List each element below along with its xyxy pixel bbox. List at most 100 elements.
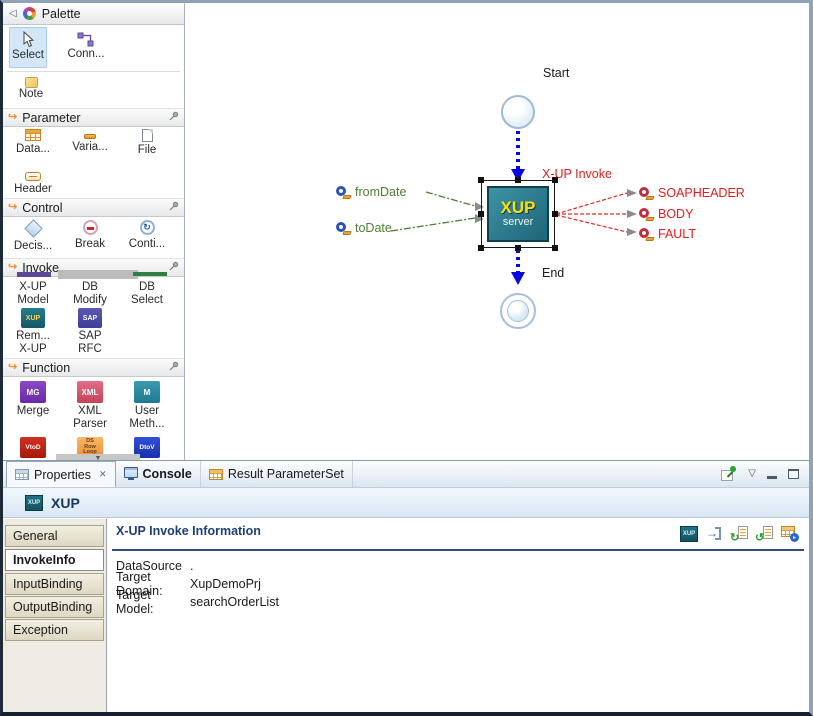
view-menu-icon[interactable]: ▽ xyxy=(748,469,756,479)
output-param-icon xyxy=(639,228,654,241)
minimize-icon[interactable] xyxy=(767,476,777,479)
field-value: XupDemoPrj xyxy=(190,577,261,591)
diagram-canvas[interactable]: Start X-UP Invoke XUP server End fromDat… xyxy=(186,3,809,460)
palette-item-db-modify[interactable]: DB Modify xyxy=(62,279,118,307)
item-label: Header xyxy=(14,183,52,196)
tab-label: Result ParameterSet xyxy=(228,467,344,481)
palette-item-v-to-d[interactable]: VtoD Extract xyxy=(5,437,61,460)
xup-icon[interactable]: XUP xyxy=(680,526,698,542)
maximize-icon[interactable] xyxy=(788,469,799,479)
palette-item-db-select[interactable]: DB Select xyxy=(119,279,175,307)
palette-item-continue[interactable]: ↻ Conti... xyxy=(119,219,175,251)
invoke-info-content: X-UP Invoke Information XUP → ↻ ↺ ▸ Data… xyxy=(108,519,809,712)
properties-view-body: General InvokeInfo InputBinding OutputBi… xyxy=(3,519,809,712)
continue-icon: ↻ xyxy=(140,220,155,235)
selection-handle[interactable] xyxy=(552,245,558,251)
field-label: Target Model: xyxy=(116,588,190,616)
close-icon[interactable]: ✕ xyxy=(99,469,107,480)
palette-collapse-icon[interactable]: ◁ xyxy=(9,8,17,19)
selection-handle[interactable] xyxy=(552,177,558,183)
console-icon xyxy=(124,467,138,478)
input-param-icon xyxy=(336,222,351,235)
item-label: Break xyxy=(75,238,105,251)
node-title: XUP xyxy=(501,199,536,216)
selection-handle[interactable] xyxy=(478,211,484,217)
end-node[interactable] xyxy=(500,293,536,329)
output-param-icon xyxy=(639,208,654,221)
output-param-fault[interactable]: FAULT xyxy=(639,227,696,241)
palette-item-remote-xup[interactable]: XUP Rem... X-UP xyxy=(5,308,61,356)
section-heading: X-UP Invoke Information xyxy=(116,524,261,538)
properties-icon xyxy=(15,469,29,480)
selection-handle[interactable] xyxy=(515,177,521,183)
tab-result-parameterset[interactable]: Result ParameterSet xyxy=(201,461,353,487)
section-header-control[interactable]: ↪ Control xyxy=(3,198,184,217)
output-param-body[interactable]: BODY xyxy=(639,207,693,221)
side-tab-invokeinfo[interactable]: InvokeInfo xyxy=(5,549,104,571)
selection-handle[interactable] xyxy=(552,211,558,217)
field-list: DataSource . Target Domain: XupDemoPrj T… xyxy=(116,557,279,611)
selection-handle[interactable] xyxy=(478,177,484,183)
pin-icon[interactable] xyxy=(168,199,179,217)
palette-item-user-method[interactable]: M User Meth... xyxy=(119,381,175,431)
palette-item-variable[interactable]: Varia... xyxy=(62,129,118,154)
output-param-label: SOAPHEADER xyxy=(658,186,745,200)
palette-tool-connection[interactable]: Conn... xyxy=(59,29,113,69)
refresh-list-icon[interactable]: ↻ xyxy=(731,526,748,542)
selection-handle[interactable] xyxy=(478,245,484,251)
import-icon[interactable]: → xyxy=(706,526,723,542)
selection-handle[interactable] xyxy=(515,245,521,251)
view-tab-bar: Properties ✕ Console Result ParameterSet… xyxy=(3,461,809,488)
input-param-fromdate[interactable]: fromDate xyxy=(336,185,406,199)
tool-label: Note xyxy=(19,88,43,100)
reload-list-icon[interactable]: ↺ xyxy=(756,526,773,542)
input-param-todate[interactable]: toDate xyxy=(336,221,392,235)
palette-item-file[interactable]: File xyxy=(119,129,175,157)
side-tab-outputbinding[interactable]: OutputBinding xyxy=(5,596,104,618)
palette-item-header[interactable]: Header xyxy=(5,170,61,196)
palette-item-xml-parser[interactable]: XML XML Parser xyxy=(62,381,118,431)
sap-icon: SAP xyxy=(78,308,102,328)
palette-header: ◁ Palette xyxy=(3,3,184,25)
palette-item-data[interactable]: Data... xyxy=(5,129,61,156)
run-result-table-icon[interactable]: ▸ xyxy=(781,526,799,542)
item-label: File xyxy=(138,144,157,157)
section-label: Control xyxy=(22,201,62,215)
input-param-label: fromDate xyxy=(355,185,406,199)
connection-icon xyxy=(77,32,95,48)
side-tab-inputbinding[interactable]: InputBinding xyxy=(5,573,104,595)
palette-item-merge[interactable]: MG Merge xyxy=(5,381,61,418)
item-label: Merge xyxy=(17,405,50,418)
xup-icon: XUP xyxy=(25,495,43,511)
result-table-icon xyxy=(209,469,223,480)
item-label: DB Select xyxy=(131,281,163,307)
start-label: Start xyxy=(543,66,569,80)
pin-icon[interactable] xyxy=(168,109,179,127)
item-label: SAP RFC xyxy=(78,330,102,356)
pin-icon[interactable] xyxy=(168,259,179,277)
start-node[interactable] xyxy=(501,95,535,129)
tab-properties[interactable]: Properties ✕ xyxy=(6,461,116,487)
xup-invoke-node[interactable]: XUP server xyxy=(487,186,549,242)
pin-icon[interactable] xyxy=(168,359,179,377)
end-node-inner xyxy=(507,300,529,322)
palette-tool-note[interactable]: Note xyxy=(9,74,53,104)
item-label: XML Parser xyxy=(73,405,107,431)
output-param-soapheader[interactable]: SOAPHEADER xyxy=(639,186,745,200)
divider xyxy=(7,71,180,72)
palette-item-xup-model[interactable]: X-UP Model xyxy=(5,279,61,307)
xml-parser-icon: XML xyxy=(77,381,103,403)
v-to-d-icon: VtoD xyxy=(20,437,46,458)
pin-view-icon[interactable] xyxy=(720,466,737,482)
section-header-function[interactable]: ↪ Function xyxy=(3,358,184,377)
output-param-label: FAULT xyxy=(658,227,696,241)
output-param-icon xyxy=(639,187,654,200)
palette-item-sap-rfc[interactable]: SAP SAP RFC xyxy=(62,308,118,356)
side-tab-general[interactable]: General xyxy=(5,525,104,547)
palette-item-break[interactable]: Break xyxy=(62,219,118,251)
side-tab-exception[interactable]: Exception xyxy=(5,619,104,641)
palette-tool-select[interactable]: Select xyxy=(9,27,47,68)
palette-item-decision[interactable]: Decis... xyxy=(5,219,61,253)
tab-console[interactable]: Console xyxy=(116,461,201,487)
section-header-parameter[interactable]: ↪ Parameter xyxy=(3,108,184,127)
